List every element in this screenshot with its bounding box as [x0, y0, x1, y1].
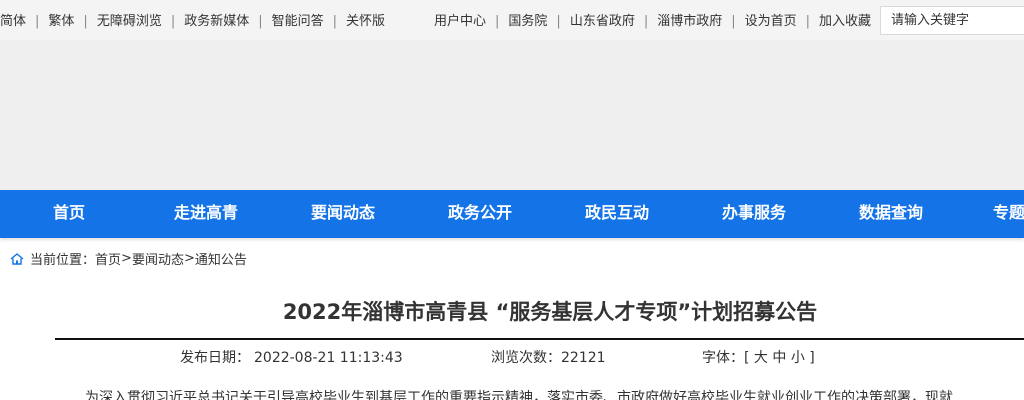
font-label: 字体：[: [702, 350, 750, 366]
top-left-links: 简体 | 繁体 | 无障碍浏览 | 政务新媒体 | 智能问答 | 关怀版: [0, 10, 385, 29]
separator: |: [643, 14, 649, 29]
add-favorite-link[interactable]: 加入收藏: [819, 14, 871, 29]
simplified-link[interactable]: 简体: [0, 14, 26, 29]
nav-item-topics[interactable]: 专题: [979, 190, 1024, 238]
article-title: 2022年淄博市高青县 “服务基层人才专项”计划招募公告: [282, 300, 818, 324]
font-large-button[interactable]: 大: [754, 350, 768, 366]
separator: |: [35, 14, 40, 29]
accessibility-link[interactable]: 无障碍浏览: [97, 14, 162, 29]
set-homepage-link[interactable]: 设为首页: [745, 14, 797, 29]
nav-item-interaction[interactable]: 政民互动: [568, 190, 666, 238]
views-label: 浏览次数：: [491, 350, 561, 366]
breadcrumb-home[interactable]: 首页: [95, 249, 121, 268]
home-icon: [10, 252, 24, 265]
shandong-gov-link[interactable]: 山东省政府: [570, 14, 635, 29]
header-banner: [0, 40, 1024, 190]
font-small-button[interactable]: 小: [791, 350, 805, 366]
views-count: 22121: [561, 350, 606, 366]
nav-item-gov-affairs[interactable]: 政务公开: [431, 190, 529, 238]
separator: |: [805, 14, 811, 29]
nav-item-news[interactable]: 要闻动态: [294, 190, 392, 238]
separator: |: [170, 14, 176, 29]
separator: |: [83, 14, 88, 29]
main-nav: 首页 走进高青 要闻动态 政务公开 政民互动 办事服务 数据查询 专题: [0, 190, 1024, 238]
separator: |: [495, 14, 500, 29]
care-version-link[interactable]: 关怀版: [346, 14, 385, 29]
separator: |: [731, 14, 736, 29]
state-council-link[interactable]: 国务院: [508, 14, 547, 29]
nav-item-home[interactable]: 首页: [20, 190, 118, 238]
nav-item-services[interactable]: 办事服务: [705, 190, 803, 238]
user-center-link[interactable]: 用户中心: [434, 14, 486, 29]
traditional-link[interactable]: 繁体: [48, 14, 74, 29]
separator: |: [556, 14, 561, 29]
publish-date-meta: 发布日期： 2022-08-21 11:13:43: [180, 347, 403, 367]
breadcrumb: 当前位置： 首页 > 要闻动态 > 通知公告: [10, 249, 247, 268]
font-size-control: 字体：[ 大 中 小 ]: [702, 347, 815, 367]
breadcrumb-separator: >: [121, 251, 132, 266]
top-right-links: 用户中心 | 国务院 | 山东省政府 | 淄博市政府 | 设为首页 | 加入收藏: [434, 10, 871, 29]
smart-qa-link[interactable]: 智能问答: [272, 14, 324, 29]
search-input[interactable]: 请输入关键字: [880, 6, 1024, 35]
publish-date: 2022-08-21 11:13:43: [254, 350, 403, 366]
breadcrumb-separator: >: [183, 251, 195, 266]
top-bar: 简体 | 繁体 | 无障碍浏览 | 政务新媒体 | 智能问答 | 关怀版 用户中心 | 国务院 | 山东省政…: [0, 0, 1024, 40]
breadcrumb-prefix: 当前位置：: [30, 253, 96, 268]
publish-label: 发布日期：: [180, 350, 250, 366]
font-close-bracket: ]: [809, 350, 815, 366]
separator: |: [332, 14, 338, 29]
title-divider: [55, 338, 1024, 340]
article-body: 为深入贯彻习近平总书记关于引导高校毕业生到基层工作的重要指示精神，落实市委、市政…: [85, 390, 953, 400]
views-meta: 浏览次数：22121: [491, 347, 606, 367]
nav-item-about-gaoqing[interactable]: 走进高青: [157, 190, 255, 238]
font-medium-button[interactable]: 中: [772, 350, 786, 366]
breadcrumb-news[interactable]: 要闻动态: [132, 249, 184, 268]
new-media-link[interactable]: 政务新媒体: [184, 14, 249, 29]
zibo-gov-link[interactable]: 淄博市政府: [657, 14, 722, 29]
nav-item-data-query[interactable]: 数据查询: [842, 190, 940, 238]
separator: |: [258, 14, 263, 29]
breadcrumb-notices[interactable]: 通知公告: [195, 249, 247, 268]
